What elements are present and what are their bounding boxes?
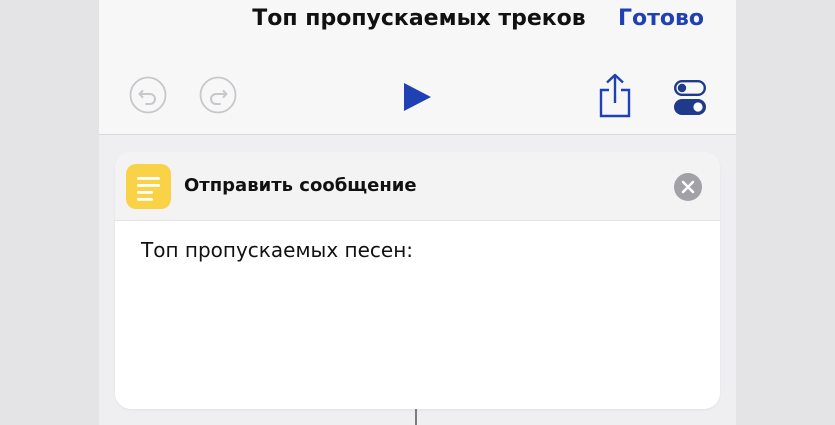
redo-button[interactable] [199, 76, 237, 114]
play-button[interactable] [400, 80, 434, 114]
close-icon [674, 173, 702, 201]
navigation-bar: Топ пропускаемых треков Готово [99, 0, 736, 135]
action-header: Отправить сообщение [115, 152, 720, 221]
play-icon [404, 83, 431, 111]
background-left [0, 0, 99, 425]
undo-icon [129, 76, 167, 114]
action-title: Отправить сообщение [184, 175, 417, 196]
background-right [736, 0, 835, 425]
action-connector-line [415, 409, 417, 425]
action-card: Отправить сообщение Топ пропускаемых пес… [115, 152, 720, 409]
settings-toggle-icon [674, 80, 707, 115]
settings-button[interactable] [673, 79, 707, 115]
remove-action-button[interactable] [673, 172, 703, 202]
message-text-field[interactable]: Топ пропускаемых песен: [141, 238, 701, 262]
undo-button[interactable] [129, 76, 167, 114]
page-title: Топ пропускаемых треков [252, 6, 586, 31]
share-icon [599, 73, 631, 118]
shortcut-editor: Топ пропускаемых треков Готово Отправить… [99, 0, 736, 425]
redo-icon [199, 76, 237, 114]
text-icon [126, 164, 171, 209]
share-button[interactable] [597, 72, 633, 118]
done-button[interactable]: Готово [618, 6, 704, 31]
